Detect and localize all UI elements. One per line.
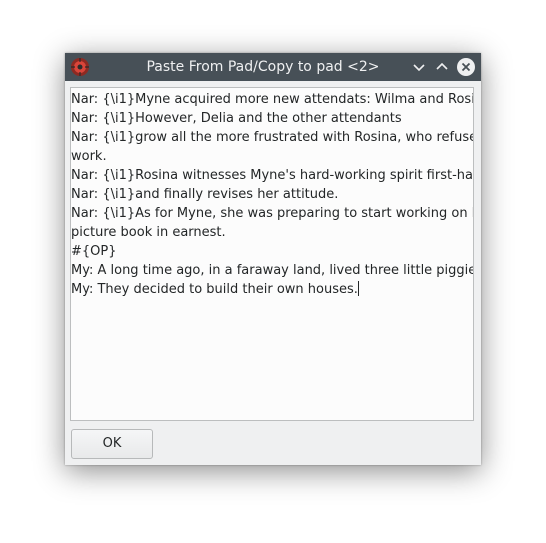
text-editor[interactable]: Nar: {\i1}Myne acquired more new attenda… (70, 87, 474, 421)
editor-line: work. (71, 149, 107, 164)
editor-line: Nar: {\i1}grow all the more frustrated w… (71, 130, 474, 145)
title-bar[interactable]: Paste From Pad/Copy to pad <2> (65, 53, 481, 81)
editor-line: Nar: {\i1}Myne acquired more new attenda… (71, 92, 474, 107)
window-title: Paste From Pad/Copy to pad <2> (146, 59, 380, 75)
editor-line: Nar: {\i1}Rosina witnesses Myne's hard-w… (71, 168, 474, 183)
editor-line: picture book in earnest. (71, 225, 226, 240)
editor-line-text: My: They decided to build their own hous… (71, 282, 358, 297)
editor-line: Nar: {\i1}As for Myne, she was preparing… (71, 206, 474, 221)
editor-line: My: A long time ago, in a faraway land, … (71, 263, 474, 278)
app-icon[interactable] (70, 57, 90, 77)
editor-line-last: My: They decided to build their own hous… (71, 280, 473, 299)
ok-button[interactable]: OK (71, 429, 153, 459)
dialog-window: Paste From Pad/Copy to pad <2> Nar: {\i1… (65, 53, 481, 465)
editor-line: #{OP} (71, 244, 117, 259)
chevron-down-icon[interactable] (409, 57, 429, 77)
editor-line: Nar: {\i1}However, Delia and the other a… (71, 111, 402, 126)
chevron-up-icon[interactable] (432, 57, 452, 77)
text-caret (357, 281, 359, 296)
close-icon[interactable] (456, 57, 476, 77)
editor-line: Nar: {\i1}and finally revises her attitu… (71, 187, 339, 202)
